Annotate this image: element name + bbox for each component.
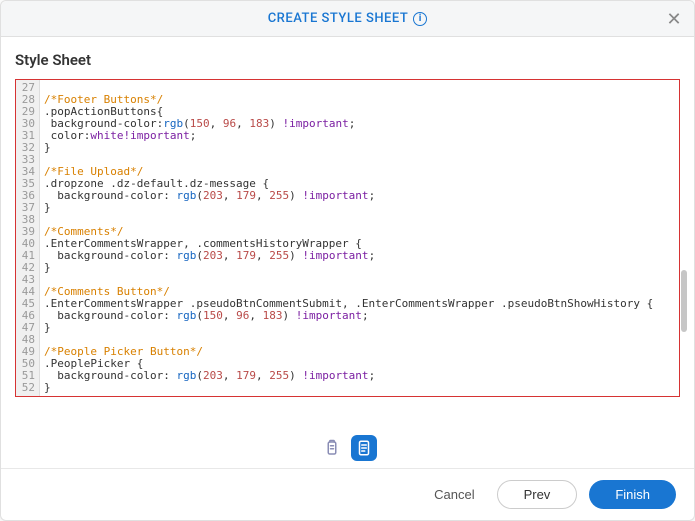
code-content[interactable]: /*Footer Buttons*/ .popActionButtons{ ba… bbox=[40, 80, 679, 396]
bottom-toolbar bbox=[15, 397, 680, 468]
document-icon bbox=[355, 439, 373, 457]
document-button[interactable] bbox=[351, 435, 377, 461]
close-icon: ✕ bbox=[666, 9, 681, 29]
info-icon[interactable]: i bbox=[413, 12, 427, 26]
modal-title-text: CREATE STYLE SHEET bbox=[268, 11, 409, 26]
clipboard-button[interactable] bbox=[319, 435, 345, 461]
close-button[interactable]: ✕ bbox=[664, 9, 684, 29]
modal-body: Style Sheet 27 28 29 30 31 32 33 34 35 3… bbox=[1, 37, 694, 468]
code-editor[interactable]: 27 28 29 30 31 32 33 34 35 36 37 38 39 4… bbox=[15, 79, 680, 397]
create-stylesheet-modal: CREATE STYLE SHEET i ✕ Style Sheet 27 28… bbox=[0, 0, 695, 521]
modal-title: CREATE STYLE SHEET i bbox=[268, 11, 428, 26]
modal-header: CREATE STYLE SHEET i ✕ bbox=[1, 1, 694, 37]
section-title: Style Sheet bbox=[15, 51, 680, 69]
scrollbar-thumb[interactable] bbox=[681, 270, 687, 332]
line-number-gutter: 27 28 29 30 31 32 33 34 35 36 37 38 39 4… bbox=[16, 80, 40, 396]
clipboard-icon bbox=[323, 439, 341, 457]
prev-button[interactable]: Prev bbox=[497, 480, 578, 509]
finish-button[interactable]: Finish bbox=[589, 480, 676, 509]
cancel-button[interactable]: Cancel bbox=[424, 481, 484, 508]
modal-footer: Cancel Prev Finish bbox=[1, 468, 694, 520]
